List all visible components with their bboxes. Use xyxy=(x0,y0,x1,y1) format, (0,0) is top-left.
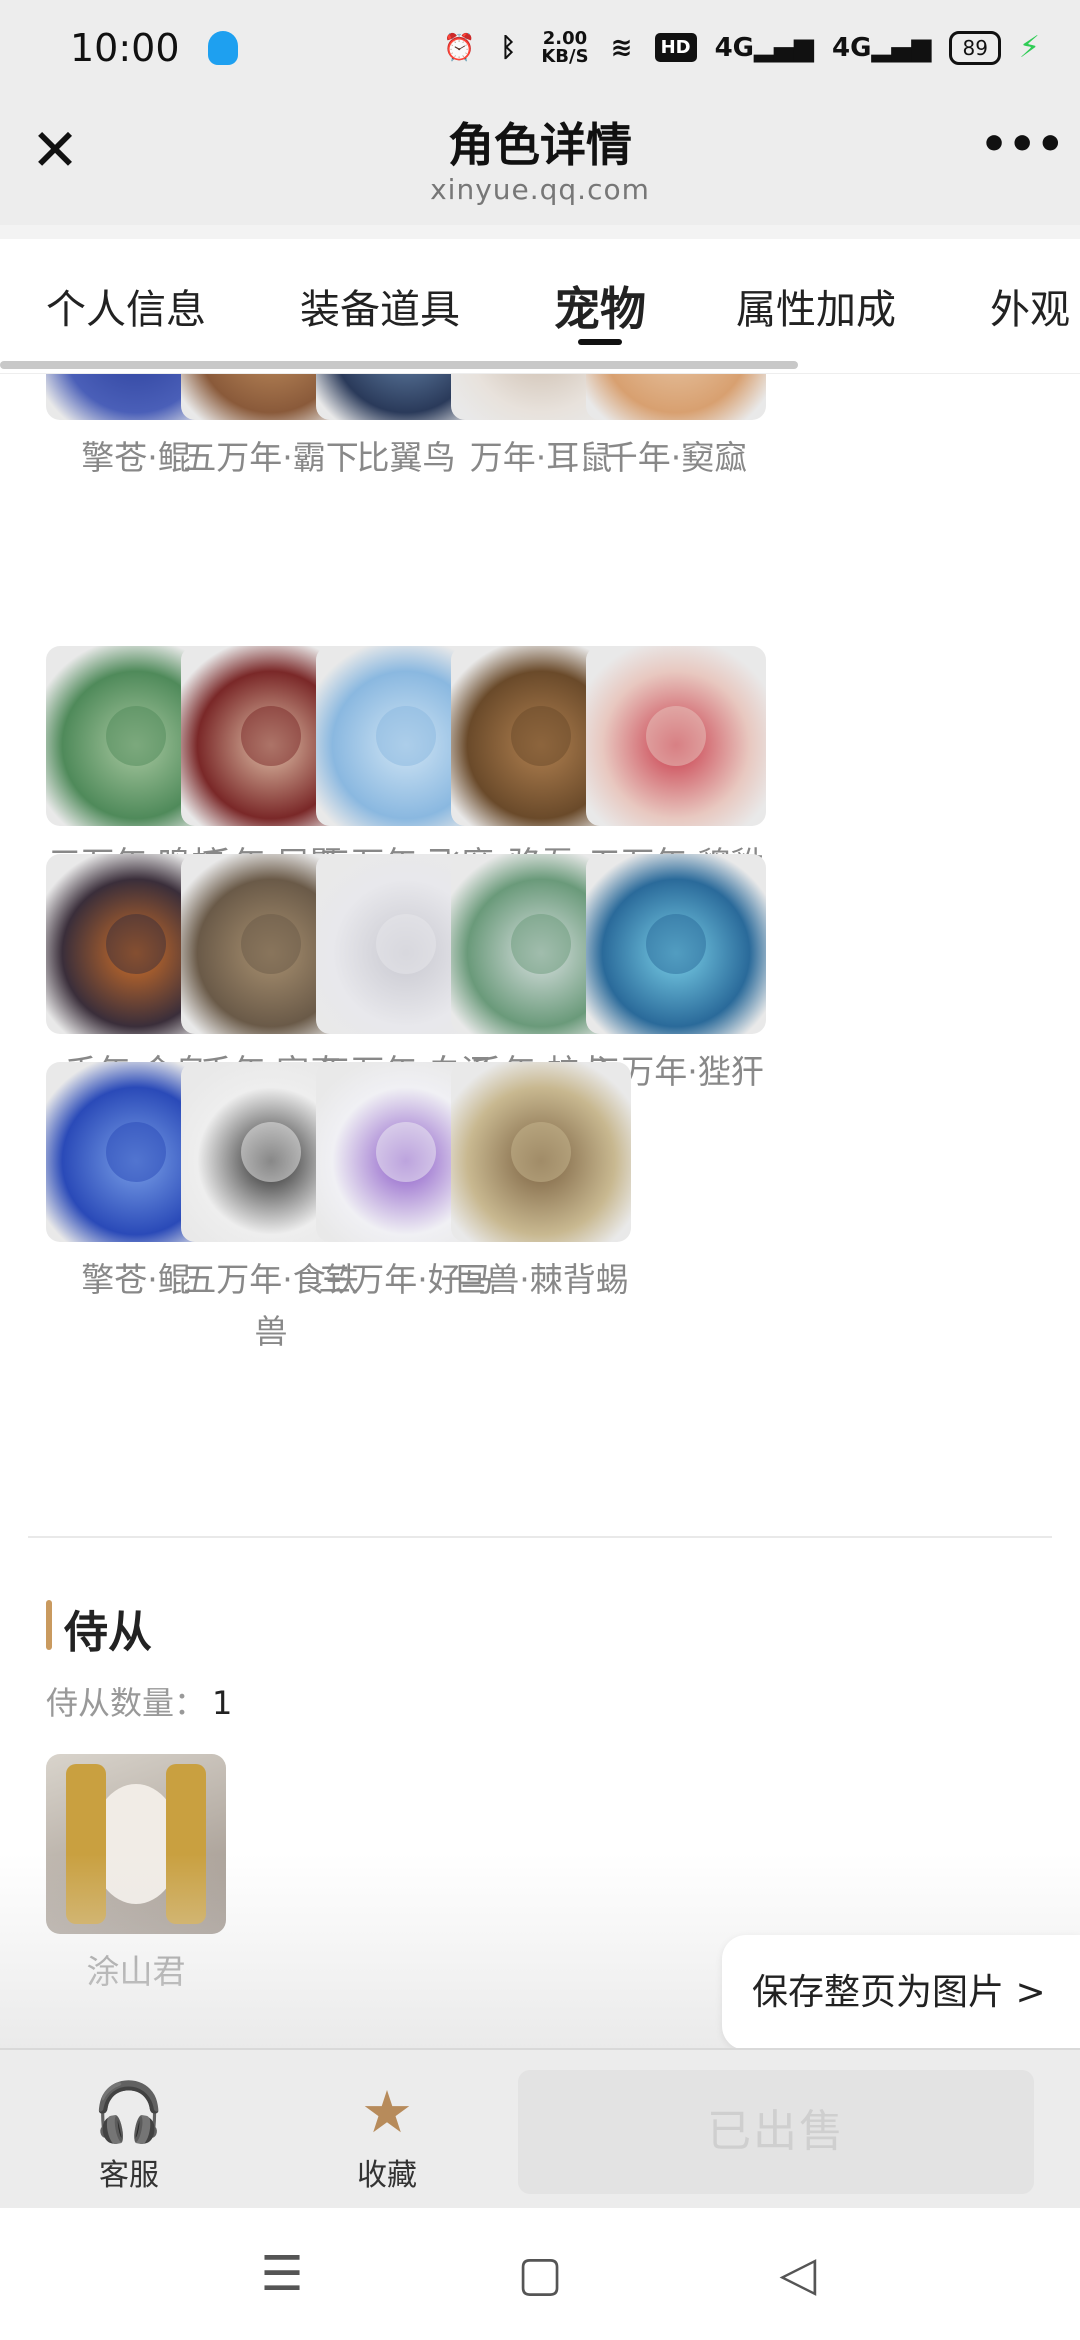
net-type-2: 4G xyxy=(832,32,872,63)
tab-active-indicator xyxy=(578,339,622,345)
status-bar: 10:00 ⏰ ᛒ 2.00 KB/S ≋ HD 4G▂▄▆ 4G▂▄▆ 89 … xyxy=(0,0,1080,95)
pet-name: 千年·窫窳 xyxy=(604,438,748,477)
page-domain: xinyue.qq.com xyxy=(430,173,650,206)
page-title: 角色详情 xyxy=(448,118,632,172)
header-divider xyxy=(0,225,1080,239)
more-button[interactable]: ••• xyxy=(980,123,1064,175)
pet-item[interactable]: 巨兽·棘背蜴 xyxy=(451,1062,631,1306)
alarm-icon: ⏰ xyxy=(442,32,476,63)
tab-equipment[interactable]: 装备道具 xyxy=(300,277,460,335)
pet-item[interactable]: 千年·窫窳 xyxy=(586,374,766,484)
favorite-button[interactable]: ★ 收藏 xyxy=(322,2080,452,2194)
tab-pets[interactable]: 宠物 xyxy=(554,273,646,339)
servant-count: 侍从数量： 1 xyxy=(46,1678,232,1724)
pet-image xyxy=(451,1062,631,1242)
status-time: 10:00 xyxy=(70,25,180,70)
headset-icon: 🎧 xyxy=(92,2078,166,2146)
servant-count-value: 1 xyxy=(212,1684,233,1722)
net-type-1: 4G xyxy=(714,32,755,63)
servant-section-title: 侍从 xyxy=(64,1607,152,1658)
back-icon[interactable]: ◁ xyxy=(768,2246,828,2306)
battery-icon: 89 xyxy=(949,30,1001,65)
pet-image xyxy=(586,646,766,826)
servant-count-label: 侍从数量： xyxy=(46,1684,207,1722)
bottom-action-bar: 🎧 客服 ★ 收藏 已出售 xyxy=(0,2048,1080,2208)
servant-name: 涂山君 xyxy=(86,1952,186,1991)
charging-icon: ⚡ xyxy=(1018,30,1040,65)
pet-image xyxy=(586,854,766,1034)
favorite-label: 收藏 xyxy=(357,2158,417,2193)
status-icons: ⏰ ᛒ 2.00 KB/S ≋ HD 4G▂▄▆ 4G▂▄▆ 89 ⚡ xyxy=(442,29,1040,67)
wifi-icon: ≋ xyxy=(610,32,633,63)
customer-service-button[interactable]: 🎧 客服 xyxy=(64,2080,194,2194)
home-icon[interactable]: ▢ xyxy=(510,2246,570,2306)
sold-button[interactable]: 已出售 xyxy=(518,2070,1034,2194)
pet-image xyxy=(586,374,766,420)
section-divider xyxy=(28,1536,1052,1538)
menu-icon[interactable]: ☰ xyxy=(252,2246,312,2306)
tab-personal-info[interactable]: 个人信息 xyxy=(46,277,206,335)
servant-item[interactable]: 涂山君 xyxy=(46,1754,226,1998)
tab-attributes[interactable]: 属性加成 xyxy=(736,277,896,335)
pet-name: 巨兽·棘背蜴 xyxy=(453,1260,629,1299)
more-icon: ••• xyxy=(980,119,1065,170)
network-speed-unit: KB/S xyxy=(541,45,589,67)
tab-bar: 个人信息 装备道具 宠物 属性加成 外观 xyxy=(0,239,1080,374)
pet-content[interactable]: 擎苍·鲲五万年·霸下比翼鸟万年·耳鼠千年·窫窳三万年·鸣蛇千年·居暨五万年·飞廉… xyxy=(0,374,1080,2048)
customer-service-label: 客服 xyxy=(99,2158,159,2193)
tab-appearance[interactable]: 外观 xyxy=(990,277,1070,335)
servant-avatar xyxy=(46,1754,226,1934)
qq-notification-icon xyxy=(207,30,238,65)
star-icon: ★ xyxy=(361,2078,413,2146)
bluetooth-icon: ᛒ xyxy=(500,32,517,63)
save-page-as-image-button[interactable]: 保存整页为图片 > xyxy=(722,1935,1080,2050)
network-speed: 2.00 KB/S xyxy=(541,29,589,67)
signal-icon-1: 4G▂▄▆ xyxy=(714,32,815,63)
signal-icon-2: 4G▂▄▆ xyxy=(832,32,932,63)
hd-icon: HD xyxy=(654,33,697,62)
system-nav-bar: ☰ ▢ ◁ xyxy=(0,2208,1080,2340)
tab-scrollbar[interactable] xyxy=(0,361,798,369)
page-header: ✕ 角色详情 xinyue.qq.com ••• xyxy=(0,95,1080,225)
